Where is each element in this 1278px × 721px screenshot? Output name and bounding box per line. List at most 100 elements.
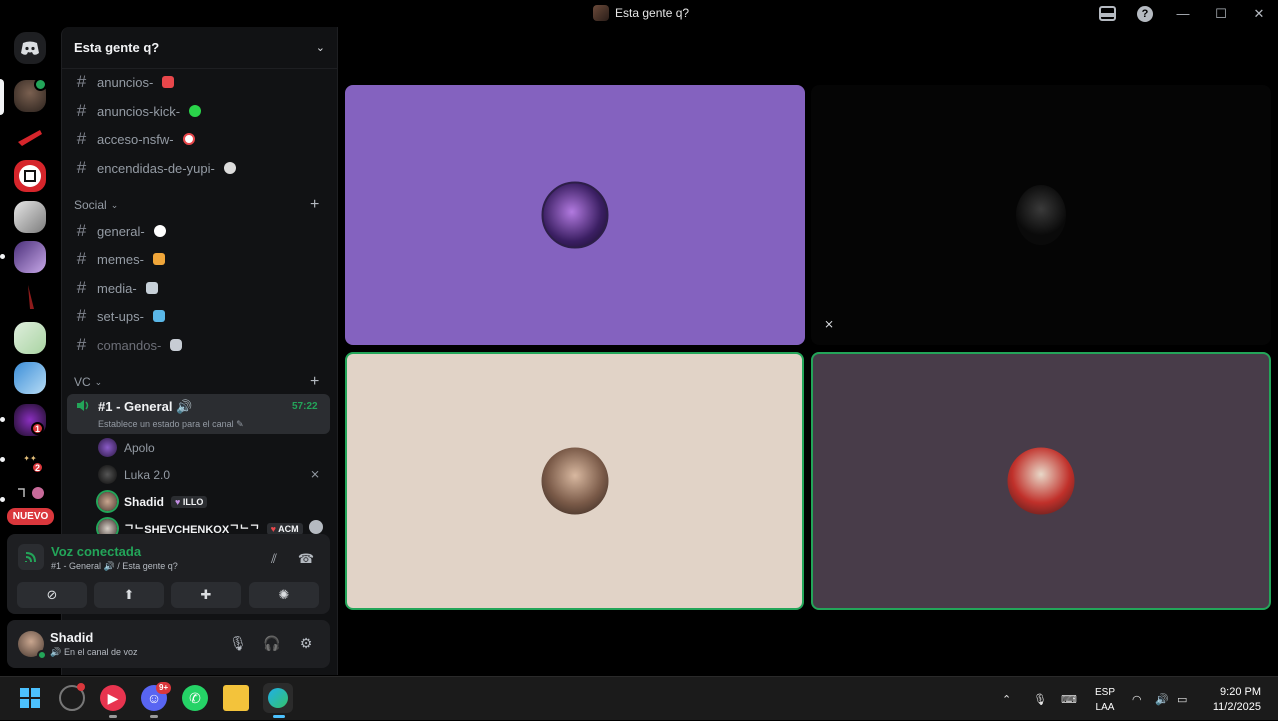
channel-media[interactable]: # media- [74,278,158,298]
mention-badge: 1 [31,422,44,435]
activities-button[interactable]: ✚ [171,582,241,608]
close-button[interactable]: ✕ [1240,0,1278,27]
language-indicator[interactable]: ESP LAA [1095,685,1115,715]
active-indicator [273,715,285,718]
avatar [1016,185,1066,245]
running-indicator [150,715,158,718]
volume-icon[interactable]: 🔊 [1155,677,1169,721]
new-unreads-pill[interactable]: NUEVO [7,508,54,525]
skull-icon [223,162,236,174]
volume-icon: 🔊 [176,399,193,414]
minimize-button[interactable]: — [1164,0,1202,27]
channel-label: media- [97,280,137,296]
server-icon-blue-anime[interactable] [14,362,46,394]
muted-icon: ⨯ [824,317,835,331]
whatsapp-icon[interactable]: ✆ [182,685,208,711]
channel-set-ups[interactable]: # set-ups- [74,306,165,326]
channel-general[interactable]: # general- [74,221,166,241]
hash-icon: # [76,72,87,91]
channel-encendidas-de-yupi[interactable]: # encendidas-de-yupi- [74,158,236,178]
participant-tile-shevchenkox[interactable] [811,352,1271,610]
voice-member[interactable]: Apolo [98,438,155,457]
channel-label: anuncios- [97,74,154,90]
tray-overflow-icon[interactable]: ⌃ [1002,677,1011,721]
microphone-icon[interactable]: 🎙 [228,635,248,655]
battery-icon[interactable]: ▭ [1177,677,1187,721]
guild-header[interactable]: Esta gente q? ⌄ [62,27,337,69]
avatar [98,438,117,457]
channel-anuncios-kick[interactable]: # anuncios-kick- [74,101,202,121]
channel-anuncios[interactable]: # anuncios- [74,72,175,92]
server-icon-red-hand[interactable] [14,122,46,154]
notification-dot [77,683,85,691]
add-channel-icon[interactable]: + [310,196,319,214]
maximize-button[interactable]: ☐ [1202,0,1240,27]
hash-icon: # [76,249,87,268]
inbox-icon[interactable] [1088,0,1126,27]
settings-gear-icon[interactable]: ⚙ [296,635,316,655]
category-social[interactable]: Social ⌄ [74,198,118,212]
voice-member[interactable]: Luka 2.0 [98,465,170,484]
title-bar: Esta gente q? ? — ☐ ✕ [0,0,1278,27]
discord-home-icon[interactable] [14,32,46,64]
pencil-icon: ✎ [236,419,244,429]
channel-acceso-nsfw[interactable]: # acceso-nsfw- [74,129,195,149]
help-icon[interactable]: ? [1126,0,1164,27]
wifi-icon[interactable]: ◠ [1132,677,1142,721]
voice-connected-location[interactable]: #1 - General 🔊 / Esta gente q? [51,561,178,572]
keyboard-icon[interactable]: ⌨ [1061,677,1077,721]
server-icon-red-emblem[interactable] [14,160,46,192]
file-explorer-icon[interactable] [223,685,249,711]
signal-icon[interactable] [18,544,44,570]
server-folder-icon[interactable] [14,483,46,503]
voice-connected-label: Voz conectada [51,544,142,559]
speech-bubble-icon [153,225,166,237]
deafened-icon: ⨯ [310,467,321,481]
voice-connection-panel: Voz conectada #1 - General 🔊 / Esta gent… [7,534,330,614]
language-code: ESP [1095,687,1116,698]
user-status: En el canal de voz [64,647,138,657]
channel-status-prompt[interactable]: Establece un estado para el canal ✎ [98,419,244,430]
headphones-icon[interactable]: 🎧 [262,635,282,655]
server-icon-green-light[interactable] [14,322,46,354]
windows-start-icon[interactable] [17,685,43,711]
server-rail: 1 ✦✦ 2 NUEVO [0,27,60,535]
unread-indicator [0,254,5,259]
screen-share-button[interactable]: ⬆ [94,582,164,608]
camera-off-icon: ⊘ [46,587,58,602]
online-status-icon [37,650,47,660]
disconnect-icon[interactable]: ☎ [297,551,315,569]
add-channel-icon[interactable]: + [310,373,319,391]
channel-comandos[interactable]: # comandos- [74,335,183,355]
channel-memes[interactable]: # memes- [74,249,165,269]
hash-icon: # [76,158,87,177]
tray-microphone-icon[interactable]: 🎙 [1033,677,1047,721]
noise-suppression-icon[interactable]: ⫽ [265,551,283,569]
voice-timer: 57:22 [292,401,318,412]
voice-member[interactable]: Shadid ♥ ILLO [98,492,208,511]
edge-browser-icon[interactable] [263,683,293,713]
speaker-icon [77,400,89,411]
server-icon-purple-art[interactable] [14,241,46,273]
robot-icon [170,339,183,351]
heart-icon: ♥ [270,523,276,534]
laptop-icon [152,310,165,322]
chevron-down-icon: ⌄ [315,42,325,54]
chevron-down-icon: ⌄ [94,376,103,387]
soundboard-button[interactable]: ✺ [249,582,319,608]
media-player-icon[interactable]: ▶ [100,685,126,711]
cat-icon [152,253,165,265]
channel-label: anuncios-kick- [97,103,181,119]
participant-tile-shadid[interactable] [345,352,804,610]
mention-badge: 2 [31,461,44,474]
voice-channel-name: #1 - General 🔊 [98,399,192,415]
camera-off-button[interactable]: ⊘ [17,582,87,608]
clock[interactable]: 9:20 PM 11/2/2025 [1213,685,1261,715]
participant-tile-apolo[interactable] [345,85,805,345]
server-icon-dark-red[interactable] [14,281,46,313]
server-icon-anime-white[interactable] [14,201,46,233]
category-vc[interactable]: VC ⌄ [74,375,102,389]
participant-tile-luka[interactable] [811,85,1271,345]
chevron-down-icon: ⌄ [110,199,119,210]
channel-label: general- [97,223,145,239]
